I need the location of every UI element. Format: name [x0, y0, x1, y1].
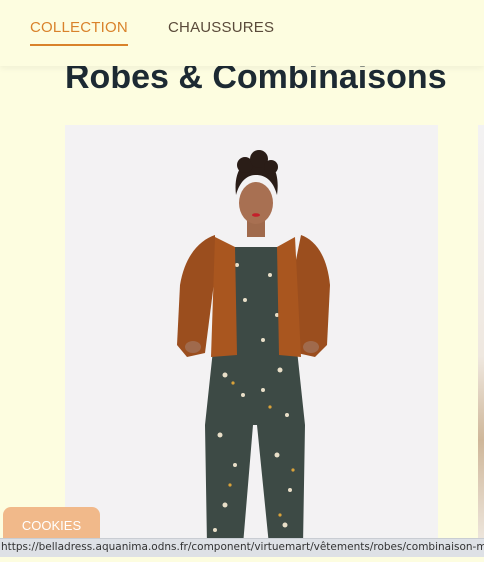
status-url: https://belladress.aquanima.odns.fr/comp… [1, 541, 484, 553]
next-product-peek[interactable] [478, 125, 484, 545]
nav-item-chaussures[interactable]: CHAUSSURES [168, 19, 274, 36]
nav-item-collection[interactable]: COLLECTION [30, 19, 128, 46]
product-card[interactable] [65, 125, 438, 545]
cookies-button[interactable]: COOKIES [3, 507, 100, 541]
top-navigation: COLLECTION CHAUSSURES [0, 0, 484, 66]
browser-status-bar: https://belladress.aquanima.odns.fr/comp… [0, 538, 484, 557]
product-image[interactable] [65, 125, 438, 545]
